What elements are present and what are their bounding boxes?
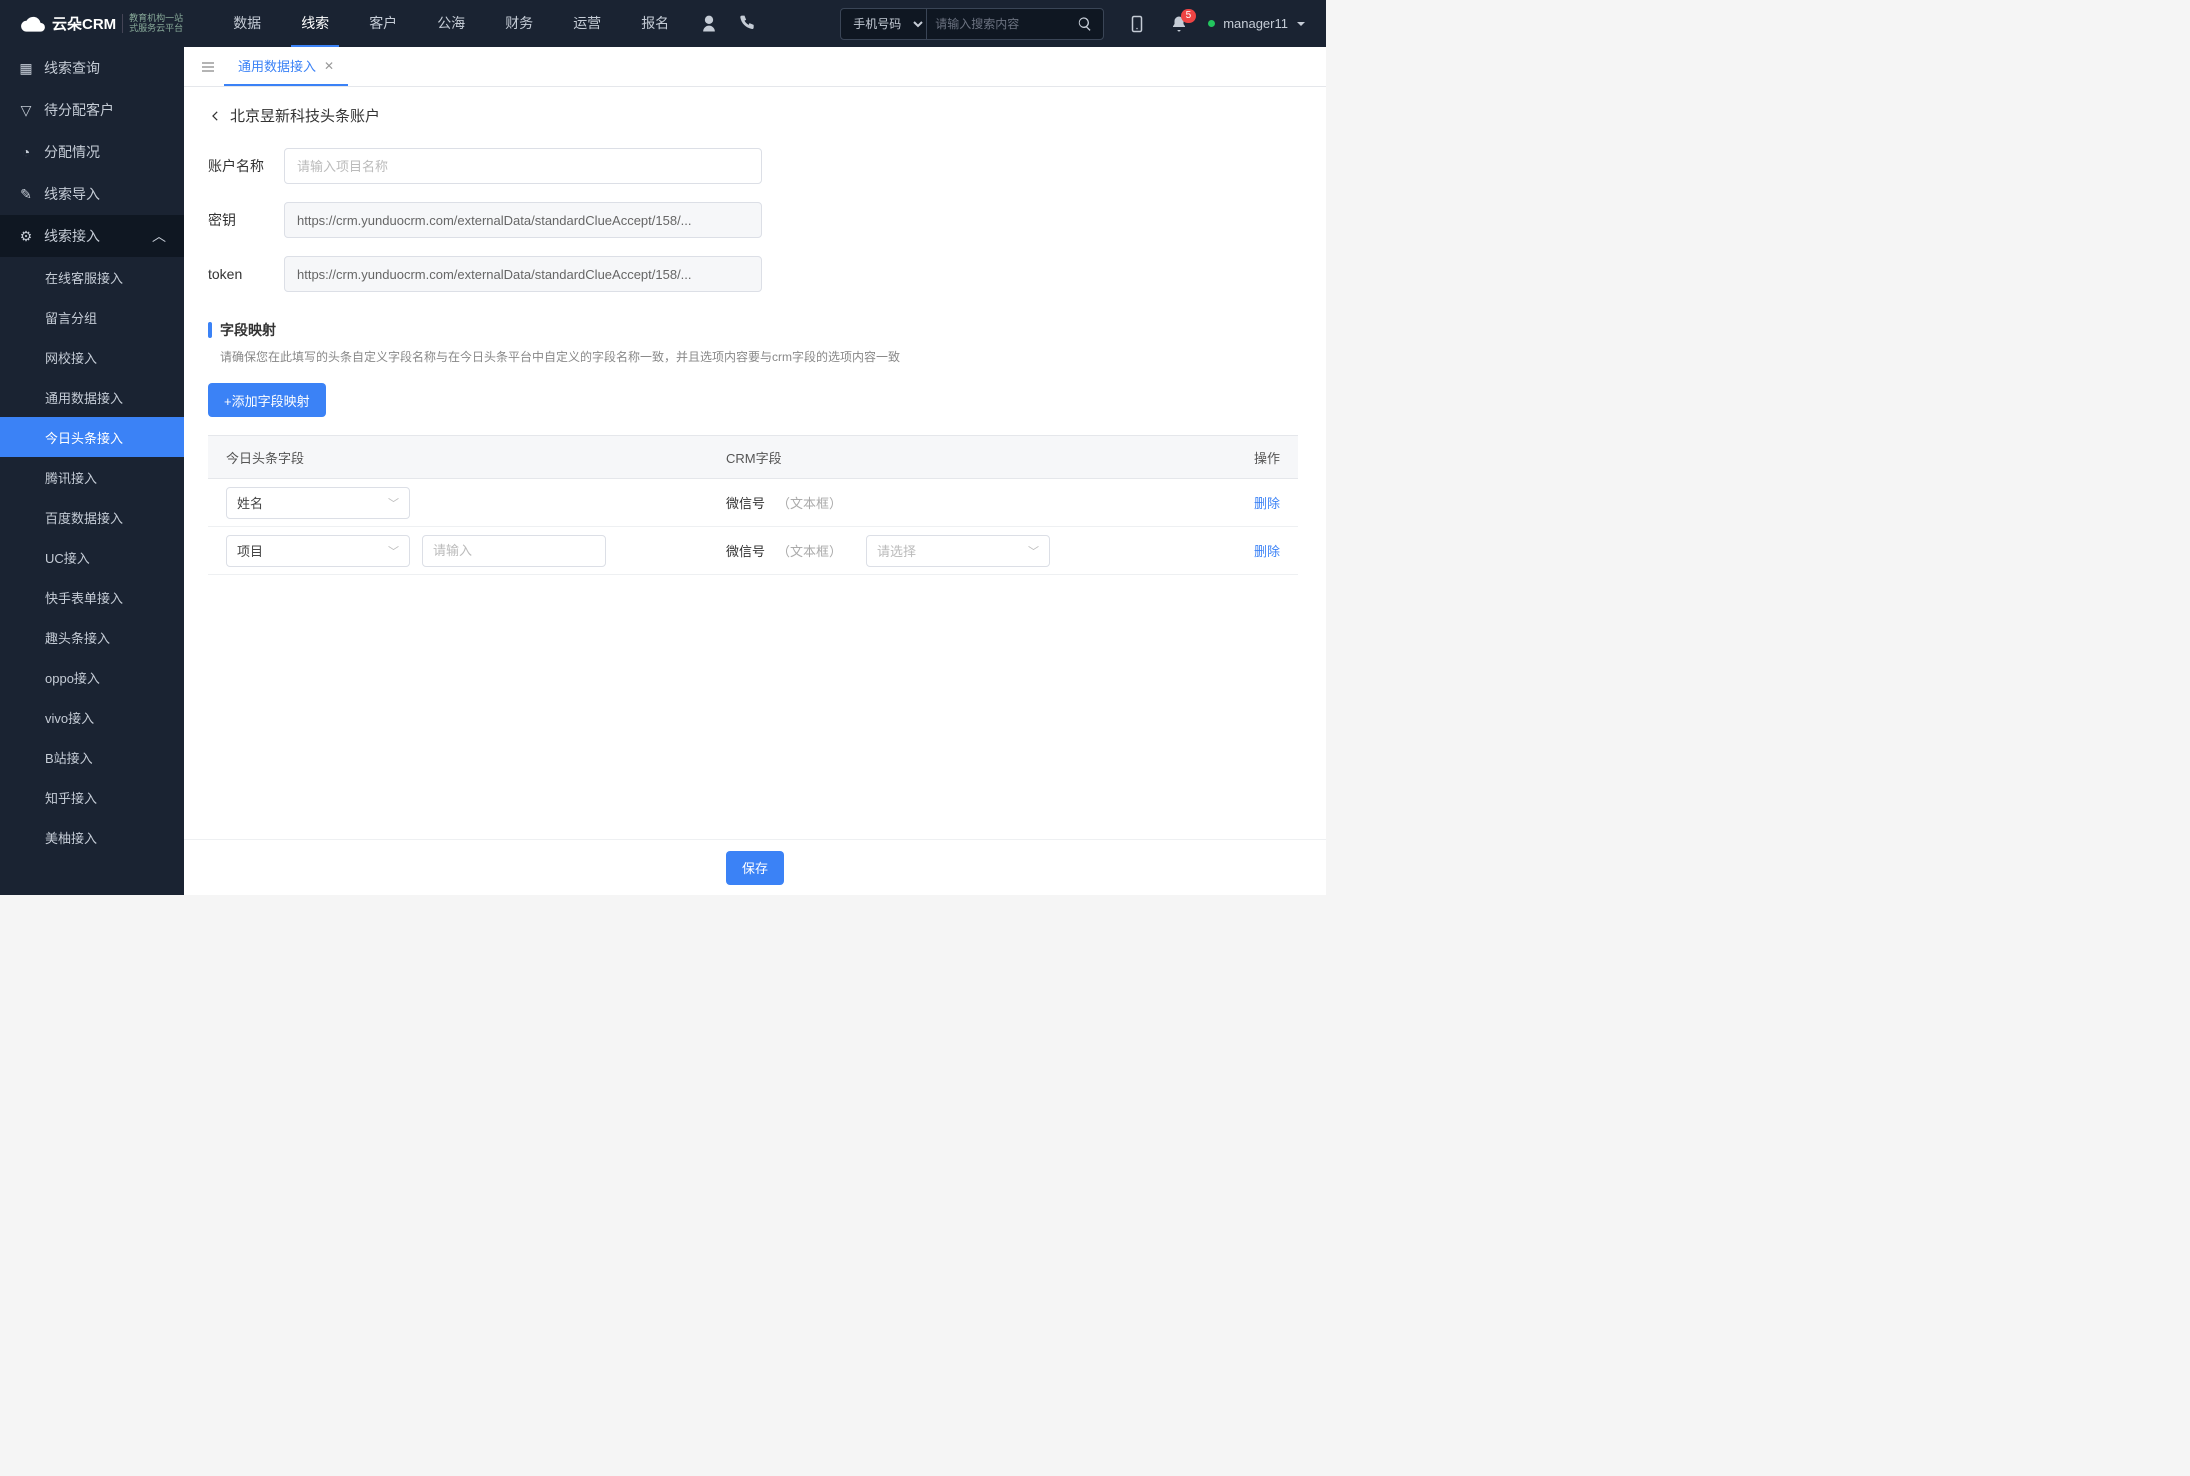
- sidebar-item-4[interactable]: ⚙线索接入︿: [0, 215, 184, 257]
- username-label: manager11: [1223, 16, 1288, 31]
- toutiao-field-select[interactable]: 姓名﹀: [226, 487, 410, 519]
- logo-subtitle: 教育机构一站 式服务云平台: [122, 14, 183, 34]
- token-label: token: [208, 266, 264, 282]
- token-input[interactable]: [284, 256, 762, 292]
- logo-text: 云朵CRM: [52, 13, 116, 34]
- footer-bar: 保存: [184, 839, 1326, 895]
- nav-item-5[interactable]: 运营: [563, 1, 611, 47]
- sidebar-item-3[interactable]: ✎线索导入: [0, 173, 184, 215]
- sidebar-item-0[interactable]: ▦线索查询: [0, 47, 184, 89]
- col-toutiao: 今日头条字段: [226, 448, 726, 467]
- tabs-row: 通用数据接入✕: [184, 47, 1326, 87]
- logo[interactable]: 云朵CRM 教育机构一站 式服务云平台: [20, 11, 183, 37]
- chevron-down-icon: [1296, 19, 1306, 29]
- sidebar-sub-13[interactable]: 知乎接入: [0, 777, 184, 817]
- sidebar-sub-9[interactable]: 趣头条接入: [0, 617, 184, 657]
- sidebar-sub-2[interactable]: 网校接入: [0, 337, 184, 377]
- crm-select[interactable]: 请选择﹀: [866, 535, 1050, 567]
- collapse-sidebar-button[interactable]: [192, 51, 224, 83]
- add-field-mapping-button[interactable]: +添加字段映射: [208, 383, 326, 417]
- sidebar-sub-0[interactable]: 在线客服接入: [0, 257, 184, 297]
- section-title: 字段映射: [220, 320, 276, 340]
- sidebar-sub-5[interactable]: 腾讯接入: [0, 457, 184, 497]
- user-plus-icon[interactable]: [699, 14, 719, 34]
- nav-item-3[interactable]: 公海: [427, 1, 475, 47]
- secret-input[interactable]: [284, 202, 762, 238]
- search-type-select[interactable]: 手机号码: [841, 9, 927, 39]
- table-row: 项目﹀微信号（文本框）请选择﹀删除: [208, 527, 1298, 575]
- section-desc: 请确保您在此填写的头条自定义字段名称与在今日头条平台中自定义的字段名称一致，并且…: [208, 348, 1298, 365]
- sidebar-item-1[interactable]: ▽待分配客户: [0, 89, 184, 131]
- nav-items: 数据线索客户公海财务运营报名: [223, 1, 679, 47]
- chevron-up-icon: ︿: [152, 226, 166, 246]
- nav-item-1[interactable]: 线索: [291, 1, 339, 47]
- sidebar-icon: ◔: [18, 144, 34, 160]
- sidebar-sub-12[interactable]: B站接入: [0, 737, 184, 777]
- sidebar-icon: ▽: [18, 102, 34, 118]
- sidebar-icon: ▦: [18, 60, 34, 76]
- toutiao-field-input[interactable]: [422, 535, 606, 567]
- search-box: 手机号码: [840, 8, 1104, 40]
- nav-item-0[interactable]: 数据: [223, 1, 271, 47]
- section-accent-bar: [208, 322, 212, 338]
- sidebar-sub-3[interactable]: 通用数据接入: [0, 377, 184, 417]
- search-icon: [1077, 16, 1093, 32]
- phone-call-icon[interactable]: [737, 14, 757, 34]
- save-button[interactable]: 保存: [726, 851, 784, 885]
- delete-row-link[interactable]: 删除: [1254, 544, 1280, 559]
- sidebar-sub-6[interactable]: 百度数据接入: [0, 497, 184, 537]
- search-input[interactable]: [927, 17, 1067, 31]
- sidebar-item-2[interactable]: ◔分配情况: [0, 131, 184, 173]
- tab-close-0[interactable]: ✕: [324, 59, 334, 73]
- sidebar-sub-1[interactable]: 留言分组: [0, 297, 184, 337]
- top-nav: 云朵CRM 教育机构一站 式服务云平台 数据线索客户公海财务运营报名 手机号码: [0, 0, 1326, 47]
- sidebar-sub-14[interactable]: 美柚接入: [0, 817, 184, 857]
- cloud-logo-icon: [20, 11, 46, 37]
- nav-item-2[interactable]: 客户: [359, 1, 407, 47]
- status-dot-icon: [1208, 20, 1215, 27]
- toutiao-field-select[interactable]: 项目﹀: [226, 535, 410, 567]
- tab-0[interactable]: 通用数据接入✕: [224, 47, 348, 86]
- sidebar-sub-8[interactable]: 快手表单接入: [0, 577, 184, 617]
- chevron-down-icon: ﹀: [1028, 543, 1039, 559]
- mobile-icon[interactable]: [1128, 15, 1146, 33]
- col-action: 操作: [1200, 448, 1280, 467]
- notification-badge: 5: [1181, 9, 1197, 23]
- mapping-table: 今日头条字段 CRM字段 操作 姓名﹀微信号（文本框）删除项目﹀微信号（文本框）…: [208, 435, 1298, 575]
- sidebar-sub-11[interactable]: vivo接入: [0, 697, 184, 737]
- account-name-label: 账户名称: [208, 156, 264, 176]
- table-row: 姓名﹀微信号（文本框）删除: [208, 479, 1298, 527]
- delete-row-link[interactable]: 删除: [1254, 496, 1280, 511]
- sidebar: ▦线索查询▽待分配客户◔分配情况✎线索导入⚙线索接入︿在线客服接入留言分组网校接…: [0, 47, 184, 895]
- nav-item-4[interactable]: 财务: [495, 1, 543, 47]
- sidebar-icon: ✎: [18, 186, 34, 202]
- chevron-down-icon: ﹀: [388, 495, 399, 511]
- col-crm: CRM字段: [726, 448, 1200, 467]
- user-menu[interactable]: manager11: [1208, 16, 1306, 31]
- breadcrumb-title: 北京昱新科技头条账户: [230, 105, 380, 126]
- sidebar-sub-10[interactable]: oppo接入: [0, 657, 184, 697]
- hamburger-icon: [200, 59, 216, 75]
- sidebar-sub-7[interactable]: UC接入: [0, 537, 184, 577]
- nav-item-6[interactable]: 报名: [631, 1, 679, 47]
- sidebar-icon: ⚙: [18, 228, 34, 244]
- account-name-input[interactable]: [284, 148, 762, 184]
- breadcrumb-back[interactable]: 北京昱新科技头条账户: [208, 105, 1298, 126]
- secret-label: 密钥: [208, 210, 264, 230]
- sidebar-sub-4[interactable]: 今日头条接入: [0, 417, 184, 457]
- content: 北京昱新科技头条账户 账户名称 密钥 token 字段映射: [184, 87, 1326, 895]
- search-button[interactable]: [1067, 16, 1103, 32]
- main: 通用数据接入✕ 北京昱新科技头条账户 账户名称 密钥 token: [184, 47, 1326, 895]
- chevron-down-icon: ﹀: [388, 543, 399, 559]
- notification-bell[interactable]: 5: [1170, 15, 1188, 33]
- chevron-left-icon: [208, 109, 222, 123]
